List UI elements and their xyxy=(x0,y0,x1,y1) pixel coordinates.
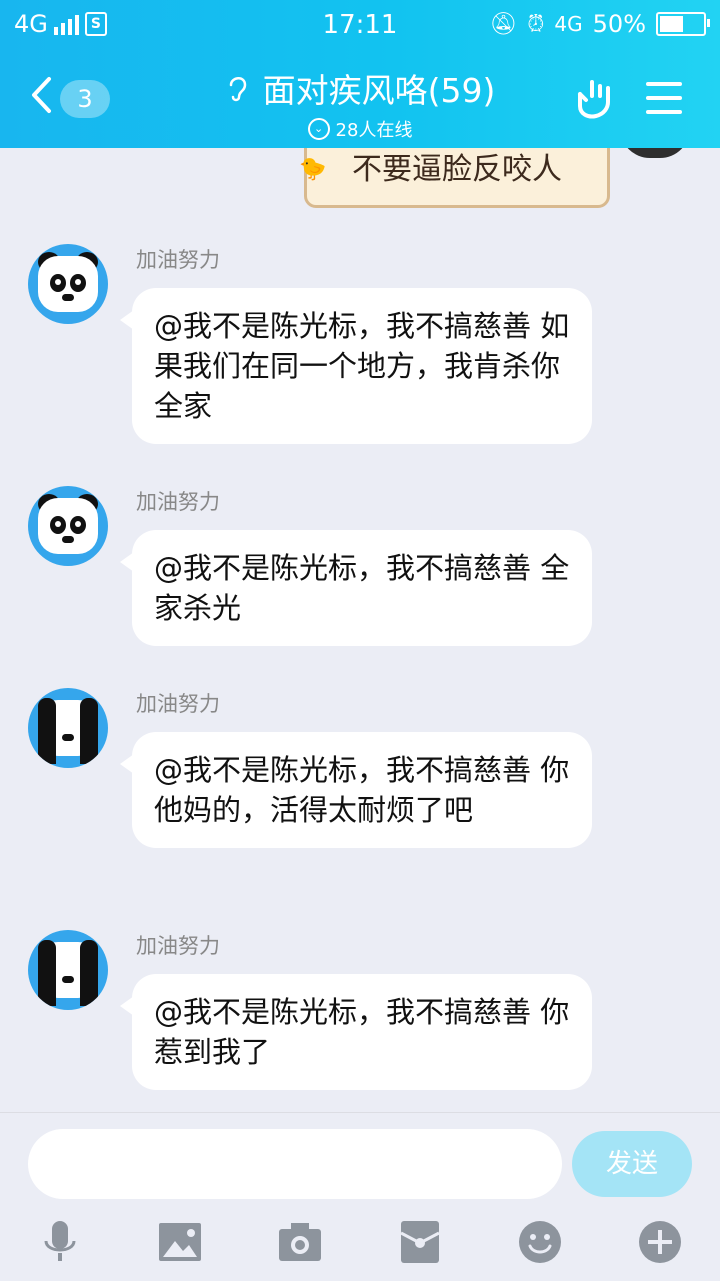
message-bubble[interactable]: @我不是陈光标，我不搞慈善 你他妈的，活得太耐烦了吧 xyxy=(120,732,592,848)
input-bar: 发送 xyxy=(0,1112,720,1281)
sender-name[interactable]: 加油努力 xyxy=(136,244,220,274)
ear-icon xyxy=(229,77,246,102)
avatar[interactable] xyxy=(28,930,108,1010)
hand-gesture-icon[interactable] xyxy=(572,76,616,120)
chick-icon: 🐤 xyxy=(299,157,327,182)
online-icon: ⌄ xyxy=(307,118,330,140)
network-type-right: 4G xyxy=(554,12,583,36)
camera-icon[interactable] xyxy=(277,1219,323,1265)
avatar[interactable] xyxy=(28,688,108,768)
sticker-message[interactable]: 🐤 不要逼脸反咬人 xyxy=(299,148,610,208)
avatar[interactable] xyxy=(28,486,108,566)
microphone-icon[interactable] xyxy=(37,1219,83,1265)
message-input[interactable] xyxy=(28,1129,562,1199)
image-icon[interactable] xyxy=(157,1219,203,1265)
chat-area[interactable]: 🐤 不要逼脸反咬人 加油努力 @我不是陈光标，我不搞慈善 如果我们在同一个地方，… xyxy=(0,148,720,1112)
sender-name[interactable]: 加油努力 xyxy=(136,486,220,516)
message-bubble[interactable]: @我不是陈光标，我不搞慈善 全家杀光 xyxy=(120,530,592,646)
plus-icon[interactable] xyxy=(637,1219,683,1265)
sender-name[interactable]: 加油努力 xyxy=(136,688,220,718)
group-title[interactable]: 面对疾风咯(59) xyxy=(225,64,496,112)
battery-percent: 50% xyxy=(592,10,646,38)
menu-icon[interactable] xyxy=(646,82,682,124)
chat-header: 3 面对疾风咯(59) ⌄ 28人在线 xyxy=(0,50,720,148)
sticker-text: 不要逼脸反咬人 xyxy=(352,152,562,187)
emoji-icon[interactable] xyxy=(517,1219,563,1265)
top-bar: 4G S 17:11 🔕︎ ⏰︎ 4G 50% 3 面对疾风咯(59) ⌄ 28… xyxy=(0,0,720,148)
avatar[interactable] xyxy=(28,244,108,324)
group-title-text: 面对疾风咯(59) xyxy=(262,71,496,110)
sender-name[interactable]: 加油努力 xyxy=(136,930,220,960)
online-count: 28人在线 xyxy=(335,120,413,141)
message-bubble[interactable]: @我不是陈光标，我不搞慈善 如果我们在同一个地方，我肯杀你全家 xyxy=(120,288,592,444)
battery-icon xyxy=(656,12,710,36)
alarm-icon: ⏰︎ xyxy=(527,11,545,37)
mute-icon: 🔕︎ xyxy=(489,11,518,37)
send-button[interactable]: 发送 xyxy=(572,1131,692,1197)
status-bar: 4G S 17:11 🔕︎ ⏰︎ 4G 50% xyxy=(0,0,720,50)
message-bubble[interactable]: @我不是陈光标，我不搞慈善 你惹到我了 xyxy=(120,974,592,1090)
red-packet-icon[interactable] xyxy=(397,1219,443,1265)
avatar[interactable] xyxy=(620,148,690,158)
input-toolbar xyxy=(0,1213,720,1273)
